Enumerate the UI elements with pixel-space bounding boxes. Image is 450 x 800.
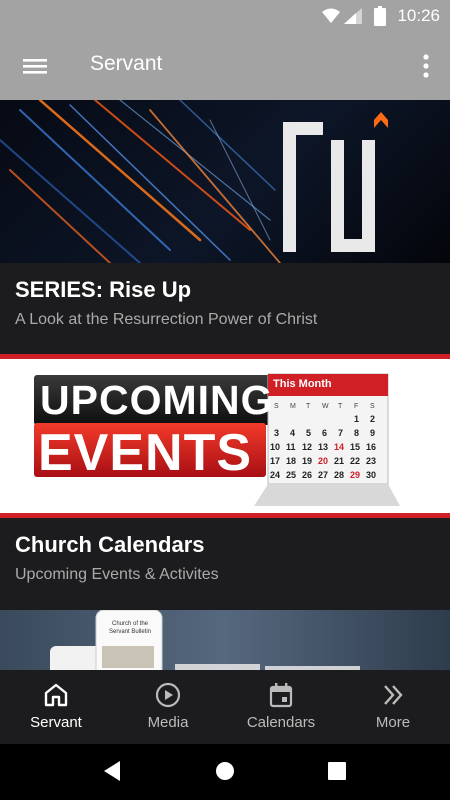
- calendar-month-label: This Month: [273, 378, 332, 390]
- svg-text:30: 30: [366, 470, 376, 480]
- bulletin-phone-text: Church of the Servant Bulletin: [108, 621, 152, 635]
- app-bar: Servant: [0, 32, 450, 100]
- svg-text:T: T: [338, 403, 343, 410]
- nav-label-media: Media: [147, 714, 189, 731]
- svg-text:1: 1: [354, 414, 359, 424]
- svg-text:22: 22: [350, 456, 360, 466]
- svg-text:8: 8: [354, 428, 359, 438]
- svg-text:29: 29: [350, 470, 360, 480]
- svg-text:12: 12: [302, 442, 312, 452]
- home-icon: [44, 683, 68, 707]
- svg-text:11: 11: [286, 442, 296, 452]
- series-title: SERIES: Rise Up: [15, 277, 192, 302]
- nav-tab-media[interactable]: Media: [112, 670, 224, 744]
- svg-text:W: W: [322, 403, 329, 410]
- svg-text:16: 16: [366, 442, 376, 452]
- svg-text:19: 19: [302, 456, 312, 466]
- svg-text:F: F: [354, 403, 358, 410]
- svg-text:23: 23: [366, 456, 376, 466]
- back-icon[interactable]: [102, 760, 122, 782]
- svg-text:S: S: [370, 403, 375, 410]
- svg-text:28: 28: [334, 470, 344, 480]
- content-feed[interactable]: SERIES: Rise Up A Look at the Resurrecti…: [0, 100, 450, 670]
- system-navigation-bar: [0, 744, 450, 800]
- bottom-navigation: Servant Media Calendars More: [0, 670, 450, 744]
- svg-text:6: 6: [322, 428, 327, 438]
- svg-text:2: 2: [370, 414, 375, 424]
- nav-tab-servant[interactable]: Servant: [0, 670, 112, 744]
- svg-text:M: M: [290, 403, 296, 410]
- banner-events-text: EVENTS: [38, 424, 253, 482]
- svg-text:S: S: [274, 403, 279, 410]
- banner-upcoming-text: UPCOMING: [40, 377, 274, 423]
- svg-text:3: 3: [274, 428, 279, 438]
- nav-label-servant: Servant: [30, 714, 82, 731]
- nav-tab-more[interactable]: More: [337, 670, 449, 744]
- svg-text:10: 10: [270, 442, 280, 452]
- home-button-icon[interactable]: [215, 761, 235, 781]
- nav-label-calendars: Calendars: [246, 714, 316, 731]
- nav-label-more: More: [375, 714, 411, 731]
- status-bar: 10:26: [0, 0, 450, 32]
- calendar-card[interactable]: SMTWTFS 12 3456789 10 11 12 13 14 15 16 17 18 19…: [0, 354, 450, 610]
- nav-tab-calendars[interactable]: Calendars: [225, 670, 337, 744]
- app-title: Servant: [90, 52, 163, 75]
- series-card[interactable]: SERIES: Rise Up A Look at the Resurrecti…: [0, 100, 450, 354]
- svg-text:14: 14: [334, 442, 344, 452]
- svg-text:9: 9: [370, 428, 375, 438]
- bulletin-banner-image: Church of the Servant Bulletin: [0, 610, 450, 670]
- series-subtitle: A Look at the Resurrection Power of Chri…: [15, 311, 318, 328]
- recents-icon[interactable]: [328, 762, 346, 780]
- svg-text:27: 27: [318, 470, 328, 480]
- calendars-title: Church Calendars: [15, 532, 205, 557]
- svg-text:5: 5: [306, 428, 311, 438]
- svg-text:7: 7: [338, 428, 343, 438]
- svg-text:25: 25: [286, 470, 296, 480]
- svg-text:26: 26: [302, 470, 312, 480]
- svg-text:4: 4: [290, 428, 295, 438]
- svg-text:15: 15: [350, 442, 360, 452]
- bulletin-card[interactable]: Church of the Servant Bulletin: [0, 610, 450, 670]
- series-banner-image: [0, 100, 450, 263]
- signal-icon: [344, 8, 362, 24]
- battery-icon: [374, 6, 386, 26]
- svg-text:21: 21: [334, 456, 344, 466]
- play-circle-icon: [155, 682, 181, 708]
- overflow-menu-icon[interactable]: [422, 52, 430, 80]
- calendars-subtitle: Upcoming Events & Activites: [15, 566, 219, 583]
- svg-text:17: 17: [270, 456, 280, 466]
- upcoming-events-banner-image: SMTWTFS 12 3456789 10 11 12 13 14 15 16 17 18 19…: [0, 354, 450, 518]
- svg-text:24: 24: [270, 470, 280, 480]
- status-time: 10:26: [397, 6, 440, 25]
- svg-text:18: 18: [286, 456, 296, 466]
- hamburger-menu-icon[interactable]: [22, 54, 48, 78]
- svg-text:13: 13: [318, 442, 328, 452]
- svg-text:T: T: [306, 403, 311, 410]
- svg-text:20: 20: [318, 456, 328, 466]
- chevron-double-right-icon: [384, 685, 403, 705]
- calendar-icon: [269, 683, 293, 708]
- wifi-icon: [322, 8, 340, 23]
